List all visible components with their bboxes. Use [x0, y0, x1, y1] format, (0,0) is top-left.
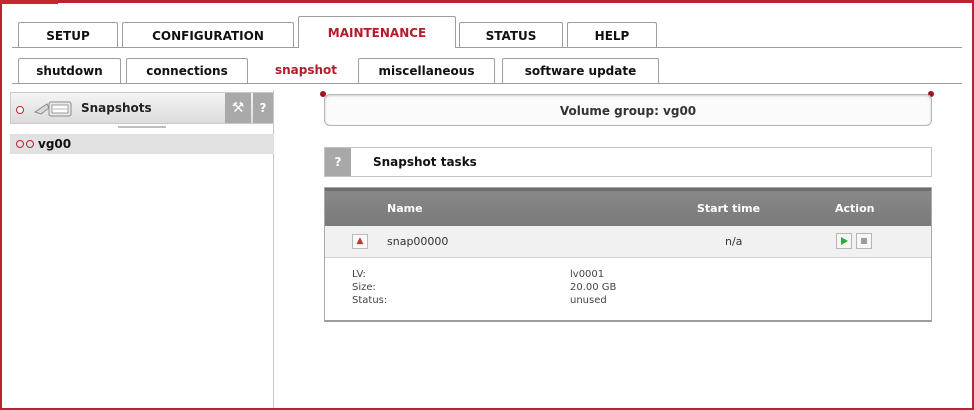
tab-configuration[interactable]: CONFIGURATION	[122, 22, 294, 48]
detail-value-lv: lv0001	[570, 269, 605, 280]
snapshot-start-time: n/a	[725, 235, 743, 248]
tree-root-node-icon	[16, 106, 24, 114]
subtab-software-update[interactable]: software update	[502, 58, 659, 84]
subtab-snapshot[interactable]: snapshot	[256, 58, 356, 84]
detail-label-status: Status:	[352, 295, 388, 306]
tab-status[interactable]: STATUS	[459, 22, 563, 48]
detail-value-status: unused	[570, 295, 607, 306]
stop-icon[interactable]	[856, 233, 872, 249]
column-header-start-time: Start time	[697, 202, 761, 215]
subtab-connections[interactable]: connections	[126, 58, 248, 84]
detail-value-size: 20.00 GB	[570, 282, 617, 293]
column-header-action: Action	[835, 202, 875, 215]
tree-node-icon	[16, 140, 24, 148]
volume-group-banner: Volume group: vg00	[324, 94, 932, 126]
snapshots-help-button[interactable]: ?	[253, 93, 273, 123]
subtab-miscellaneous[interactable]: miscellaneous	[358, 58, 495, 84]
snapshot-tasks-title: Snapshot tasks	[373, 155, 477, 169]
snapshot-table: Name Start time Action ▲ snap00000 n/a L…	[324, 187, 932, 322]
tree-node-icon	[26, 140, 34, 148]
wrench-icon[interactable]: ⚒	[225, 93, 251, 123]
snapshot-name: snap00000	[387, 235, 449, 248]
snapshot-tasks-header: ? Snapshot tasks	[324, 147, 932, 177]
tree-item-vg00[interactable]: vg00	[10, 134, 274, 154]
collapse-icon[interactable]: ▲	[352, 234, 368, 249]
snapshot-details: LV: lv0001 Size: 20.00 GB Status: unused	[325, 259, 931, 321]
tree-item-label: vg00	[38, 137, 72, 151]
tab-setup[interactable]: SETUP	[18, 22, 118, 48]
table-header: Name Start time Action	[325, 188, 931, 226]
subtab-shutdown[interactable]: shutdown	[18, 58, 121, 84]
detail-label-lv: LV:	[352, 269, 366, 280]
main-tabs-divider	[12, 47, 962, 48]
play-icon[interactable]	[836, 233, 852, 249]
table-row[interactable]: ▲ snap00000 n/a	[325, 226, 931, 258]
sub-tabs-divider	[12, 83, 962, 84]
snapshots-title: Snapshots	[81, 101, 152, 115]
detail-label-size: Size:	[352, 282, 376, 293]
tab-help[interactable]: HELP	[567, 22, 657, 48]
tab-maintenance[interactable]: MAINTENANCE	[298, 16, 456, 48]
snapshots-panel: Snapshots ⚒ ? vg00	[8, 90, 274, 408]
brand-accent-bar	[0, 0, 58, 4]
tasks-help-button[interactable]: ?	[325, 148, 351, 176]
snapshots-header: Snapshots ⚒ ?	[10, 92, 274, 124]
column-header-name: Name	[387, 202, 423, 215]
camera-icon	[33, 101, 72, 117]
resize-grip[interactable]	[118, 126, 166, 128]
table-bottom-border	[325, 320, 931, 322]
